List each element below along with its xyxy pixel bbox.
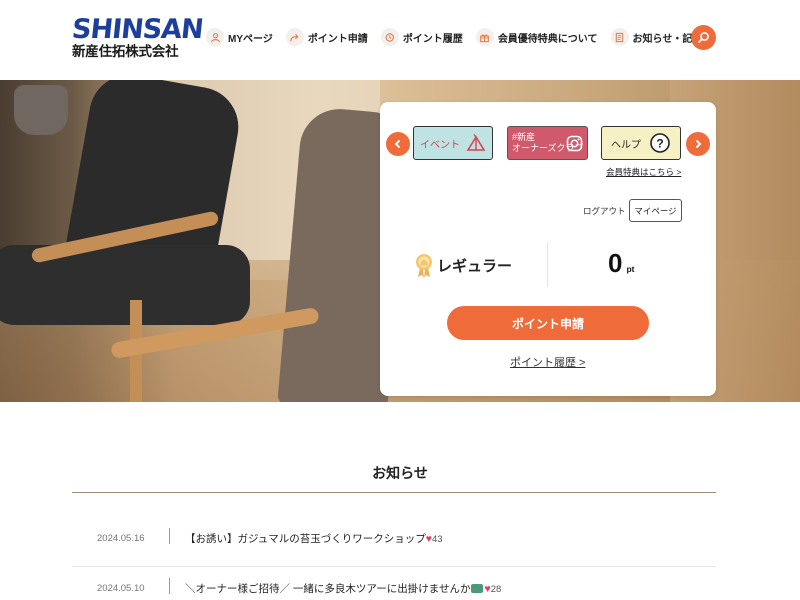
points-display: 0 pt bbox=[608, 248, 635, 279]
nav-label: ポイント履歴 bbox=[402, 33, 463, 45]
member-rank: レギュラー bbox=[414, 252, 512, 278]
rank-medal-icon bbox=[416, 254, 432, 278]
main-nav: MYページ ポイント申請 ポイント履歴 会員優待特典について お知らせ・記事 bbox=[206, 26, 715, 48]
owners-club-banner[interactable]: #新産 オーナーズクラブ bbox=[507, 126, 588, 160]
like-count: 28 bbox=[490, 584, 502, 595]
divider bbox=[72, 492, 716, 493]
news-title: ＼オーナー様ご招待／ 一緒に多良木ツアーに出掛けませんか bbox=[185, 583, 471, 595]
like-count: 43 bbox=[432, 534, 443, 545]
points-unit: pt bbox=[626, 264, 635, 274]
nav-label: 会員優待特典について bbox=[497, 33, 598, 45]
banner-label: ヘルプ bbox=[611, 139, 641, 151]
document-icon bbox=[610, 28, 629, 46]
svg-text:?: ? bbox=[656, 137, 663, 151]
news-headline: ＼オーナー様ご招待／ 一緒に多良木ツアーに出掛けませんか ♥28 bbox=[185, 581, 501, 596]
points-value: 0 bbox=[608, 248, 623, 278]
gift-icon bbox=[475, 28, 494, 46]
nav-label: MYページ bbox=[228, 33, 273, 45]
share-arrow-icon bbox=[285, 28, 304, 46]
chevron-left-icon bbox=[394, 139, 401, 149]
user-icon bbox=[206, 28, 224, 46]
nav-item-news[interactable]: お知らせ・記事 bbox=[610, 28, 702, 46]
bus-icon bbox=[471, 584, 484, 593]
point-apply-button[interactable]: ポイント申請 bbox=[447, 306, 649, 340]
nav-item-mypage[interactable]: MYページ bbox=[206, 28, 273, 46]
rank-label: レギュラー bbox=[437, 257, 513, 275]
news-section-title: お知らせ bbox=[372, 465, 428, 481]
mypage-button[interactable]: マイページ bbox=[629, 199, 682, 222]
logout-link[interactable]: ログアウト bbox=[583, 205, 626, 217]
news-headline: 【お誘い】ガジュマルの苔玉づくりワークショップ♥43 bbox=[185, 531, 443, 546]
history-icon bbox=[380, 28, 399, 46]
chevron-right-icon bbox=[695, 139, 702, 149]
banner-label: イベント bbox=[420, 139, 460, 151]
search-icon bbox=[698, 32, 709, 43]
divider bbox=[547, 242, 548, 287]
news-list-item[interactable]: 2024.05.10 ＼オーナー様ご招待／ 一緒に多良木ツアーに出掛けませんか ♥… bbox=[72, 573, 716, 600]
nav-item-member-benefits[interactable]: 会員優待特典について bbox=[475, 28, 598, 46]
tent-icon bbox=[466, 134, 486, 151]
news-list-item[interactable]: 2024.05.16 【お誘い】ガジュマルの苔玉づくりワークショップ♥43 bbox=[72, 523, 716, 567]
logo-company-name: 新産住拓株式会社 bbox=[72, 44, 179, 60]
news-date: 2024.05.10 bbox=[97, 583, 145, 594]
divider bbox=[169, 578, 170, 594]
hero-pot bbox=[14, 85, 68, 135]
carousel-prev-button[interactable] bbox=[386, 132, 410, 156]
help-banner[interactable]: ヘルプ ? bbox=[601, 126, 681, 160]
benefits-link[interactable]: 会員特典はこちら > bbox=[606, 166, 681, 178]
nav-item-point-apply[interactable]: ポイント申請 bbox=[285, 28, 368, 46]
search-button[interactable] bbox=[691, 25, 716, 50]
instagram-icon bbox=[566, 135, 583, 152]
question-icon: ? bbox=[650, 133, 670, 153]
carousel-next-button[interactable] bbox=[686, 132, 710, 156]
logo-wordmark: SHINSAN bbox=[70, 14, 205, 45]
nav-label: ポイント申請 bbox=[307, 33, 368, 45]
site-header: SHINSAN 新産住拓株式会社 MYページ ポイント申請 ポイント履歴 会員優… bbox=[0, 0, 800, 80]
nav-item-point-history[interactable]: ポイント履歴 bbox=[380, 28, 463, 46]
banner-line1: #新産 bbox=[512, 132, 536, 142]
news-title: 【お誘い】ガジュマルの苔玉づくりワークショップ bbox=[185, 533, 426, 545]
company-logo[interactable]: SHINSAN 新産住拓株式会社 bbox=[70, 14, 205, 61]
news-date: 2024.05.16 bbox=[97, 533, 145, 544]
event-banner[interactable]: イベント bbox=[413, 126, 493, 160]
member-card: イベント #新産 オーナーズクラブ ヘルプ ? 会員特典はこちら > ログアウト… bbox=[380, 102, 716, 396]
divider bbox=[169, 528, 170, 544]
point-history-link[interactable]: ポイント履歴 > bbox=[510, 354, 585, 370]
